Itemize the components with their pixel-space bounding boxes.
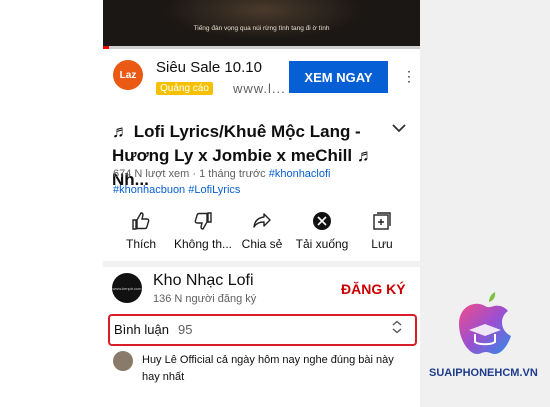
- video-player[interactable]: Tiếng đàn vọng qua núi rừng tình tang đi…: [103, 0, 420, 46]
- like-button[interactable]: Thích: [111, 209, 171, 251]
- share-icon: [232, 209, 292, 233]
- video-subtitle: Tiếng đàn vọng qua núi rừng tình tang đi…: [193, 25, 330, 32]
- chevron-down-icon[interactable]: [392, 120, 406, 136]
- download-icon: [292, 209, 352, 233]
- comments-count: 95: [178, 322, 193, 337]
- dislike-button[interactable]: Không th...: [173, 209, 233, 251]
- video-meta: 674 N lượt xem · 1 tháng trước #khonhacl…: [113, 168, 331, 180]
- save-label: Lưu: [371, 237, 393, 251]
- ad-logo[interactable]: Laz: [113, 60, 143, 90]
- channel-name[interactable]: Kho Nhạc Lofi: [153, 272, 254, 290]
- section-divider: [103, 261, 420, 267]
- ad-title[interactable]: Siêu Sale 10.10: [156, 59, 262, 76]
- ad-badge: Quảng cáo: [156, 82, 213, 95]
- save-button[interactable]: Lưu: [352, 209, 412, 251]
- download-button[interactable]: Tải xuống: [292, 209, 352, 251]
- hashtag-link[interactable]: #khonhaclofi: [269, 168, 331, 180]
- dislike-label: Không th...: [173, 237, 233, 251]
- video-frame: [163, 0, 363, 40]
- video-title[interactable]: ♬ Lofi Lyrics/Khuê Mộc Lang - Hương Ly x…: [112, 120, 382, 192]
- comment-author[interactable]: Huy Lê Official: [142, 354, 213, 366]
- ad-url: www.l...: [233, 81, 286, 96]
- video-progress-bar[interactable]: [103, 46, 420, 49]
- playlist-add-icon: [352, 209, 412, 233]
- commenter-avatar[interactable]: [113, 351, 133, 371]
- channel-subscriber-count: 136 N người đăng ký: [153, 293, 257, 305]
- watermark-text: SUAIPHONEHCM.VN: [429, 367, 538, 379]
- left-margin: [0, 0, 103, 407]
- hashtag-links[interactable]: #khonhacbuon #LofiLyrics: [113, 184, 240, 196]
- more-options-icon[interactable]: ⋮: [402, 68, 416, 85]
- comments-label: Bình luận: [114, 322, 169, 337]
- thumbs-up-icon: [111, 209, 171, 233]
- watermark-logo-icon: [455, 290, 517, 367]
- expand-collapse-icon[interactable]: [391, 320, 403, 337]
- channel-avatar[interactable]: www.kenplr.com: [112, 273, 142, 303]
- views-time: 674 N lượt xem · 1 tháng trước: [113, 168, 269, 180]
- top-comment: Huy Lê Official cả ngày hôm nay nghe đún…: [142, 352, 412, 386]
- share-label: Chia sẻ: [241, 237, 283, 251]
- video-progress-fill: [103, 46, 110, 49]
- share-button[interactable]: Chia sẻ: [232, 209, 292, 251]
- thumbs-down-icon: [173, 209, 233, 233]
- like-label: Thích: [125, 237, 156, 251]
- download-label: Tải xuống: [295, 237, 349, 251]
- subscribe-button[interactable]: ĐĂNG KÝ: [341, 281, 406, 297]
- ad-cta-button[interactable]: XEM NGAY: [289, 61, 388, 93]
